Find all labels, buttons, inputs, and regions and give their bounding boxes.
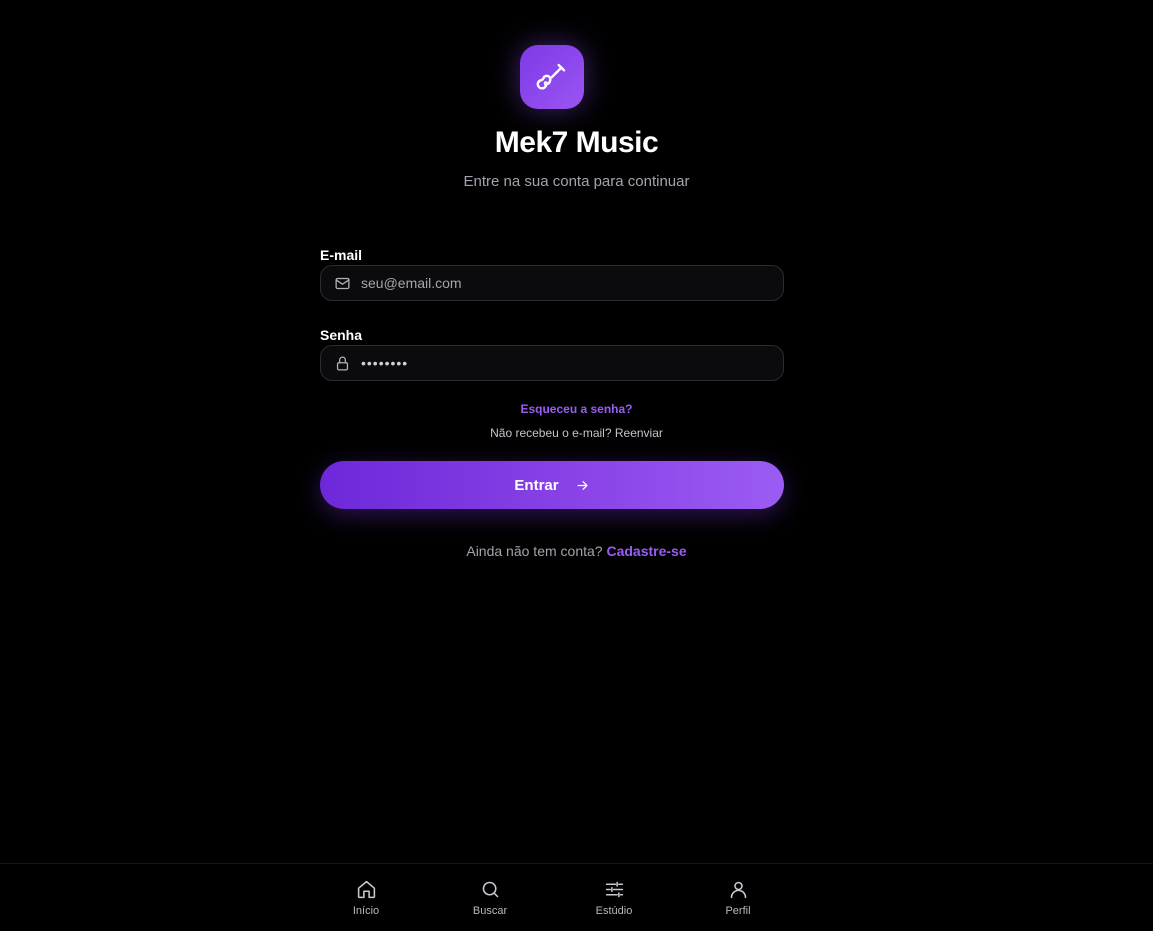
nav-item-home[interactable]: Início <box>326 878 406 917</box>
bottom-nav: Início Buscar Estúdio Perfil <box>0 863 1153 931</box>
sliders-icon <box>603 878 625 900</box>
page-subtitle: Entre na sua conta para continuar <box>463 173 690 190</box>
login-page: Mek7 Music Entre na sua conta para conti… <box>0 0 1153 931</box>
signup-link[interactable]: Cadastre-se <box>606 543 686 559</box>
resend-link[interactable]: Reenviar <box>615 426 663 440</box>
arrow-right-icon <box>577 480 588 490</box>
resend-email-row: Não recebeu o e-mail? Reenviar <box>0 426 1153 440</box>
email-field-wrapper[interactable] <box>320 265 784 301</box>
nav-item-search[interactable]: Buscar <box>450 878 530 917</box>
app-title: Mek7 Music <box>494 126 659 159</box>
nav-label-profile: Perfil <box>725 905 751 917</box>
password-label: Senha <box>320 327 363 343</box>
guitar-icon <box>536 63 566 90</box>
nav-item-studio[interactable]: Estúdio <box>574 878 654 917</box>
app-logo <box>520 45 584 109</box>
nav-label-search: Buscar <box>472 905 508 917</box>
home-icon <box>355 878 377 900</box>
login-button-label: Entrar <box>514 476 559 494</box>
lock-icon <box>332 353 352 373</box>
email-input[interactable] <box>361 266 783 300</box>
forgot-password-row: Esqueceu a senha? <box>0 402 1153 416</box>
login-button[interactable]: Entrar <box>320 461 784 509</box>
signup-prompt: Ainda não tem conta? <box>466 543 603 559</box>
resend-prefix: Não recebeu o e-mail? <box>490 426 612 440</box>
user-icon <box>727 878 749 900</box>
mail-icon <box>332 273 352 293</box>
email-label: E-mail <box>320 247 363 263</box>
signup-row: Ainda não tem conta? Cadastre-se <box>0 543 1153 559</box>
password-input[interactable] <box>361 346 783 380</box>
nav-item-profile[interactable]: Perfil <box>698 878 778 917</box>
password-field-wrapper[interactable] <box>320 345 784 381</box>
nav-label-home: Início <box>352 905 380 917</box>
forgot-password-link[interactable]: Esqueceu a senha? <box>520 402 632 416</box>
search-icon <box>479 878 501 900</box>
nav-label-studio: Estúdio <box>595 905 633 917</box>
